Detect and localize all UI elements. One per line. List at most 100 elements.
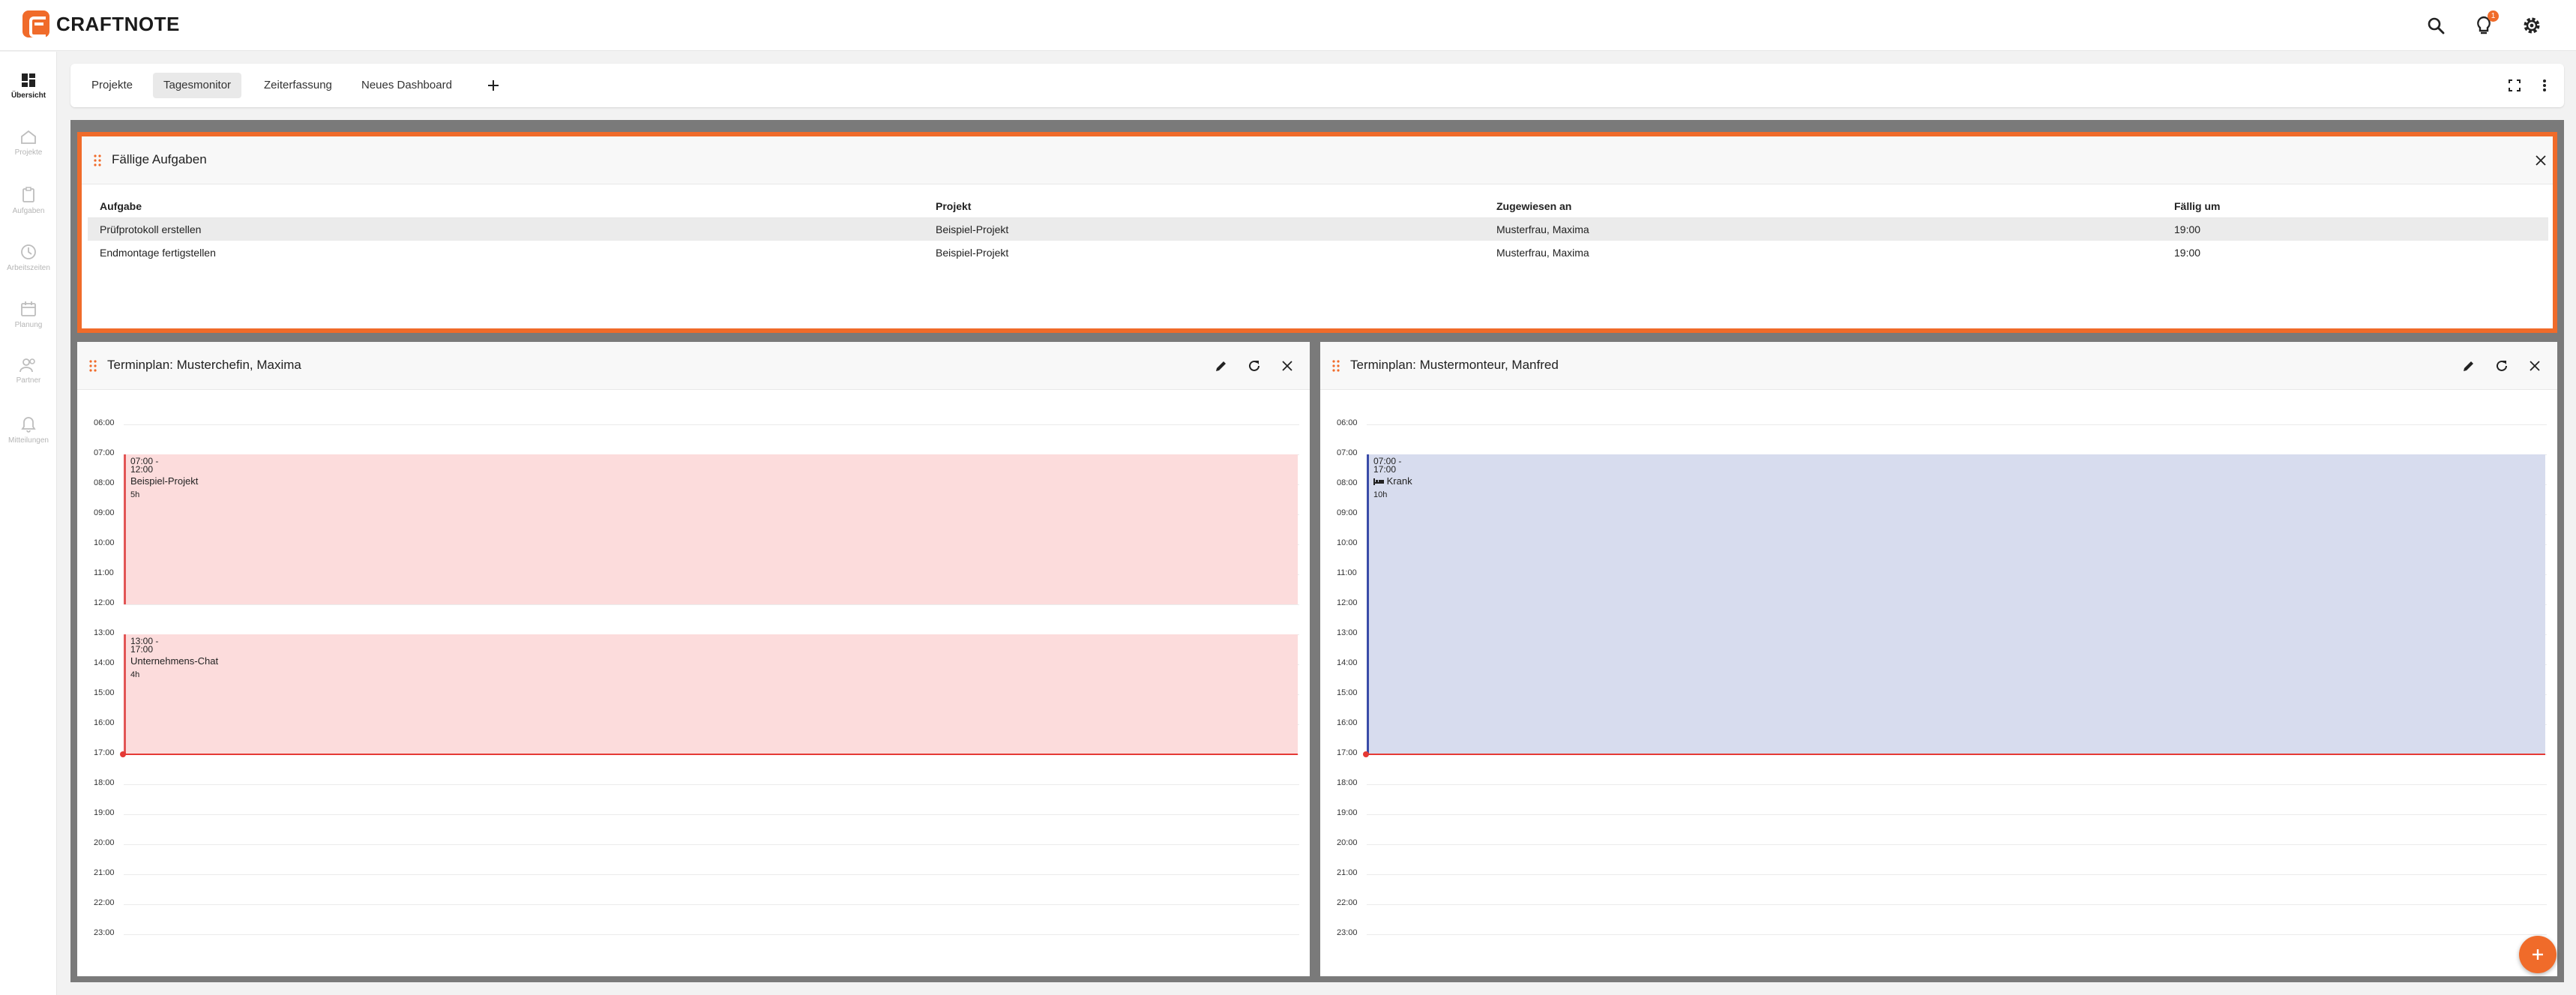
hour-label: 17:00 [1337, 748, 1358, 757]
hour-gridline [124, 904, 1299, 905]
tab-projekte[interactable]: Projekte [81, 73, 143, 98]
schedule-event[interactable]: 07:00 - 17:00 Krank 10h [1367, 454, 2545, 754]
hour-row: 18:00 [77, 778, 1310, 814]
people-icon [19, 358, 35, 373]
gear-icon[interactable] [2519, 13, 2545, 38]
task-assignee: Musterfrau, Maxima [1484, 217, 2162, 241]
hour-gridline [1367, 904, 2547, 905]
sidebar-item-planung[interactable]: Planung [0, 301, 57, 349]
pencil-icon [2464, 361, 2473, 371]
task-name: Prüfprotokoll erstellen [88, 217, 924, 241]
hour-label: 13:00 [1337, 628, 1358, 637]
hour-gridline [124, 814, 1299, 815]
schedule-timeline: 06:00 07:00 08:00 09:00 10:00 11:00 12:0… [1320, 390, 2557, 976]
hour-label: 15:00 [1337, 688, 1358, 697]
column-header[interactable]: Fällig um [2162, 195, 2548, 218]
lightbulb-icon[interactable]: 1 [2471, 10, 2499, 38]
hour-label: 23:00 [94, 928, 115, 937]
table-row[interactable]: Endmontage fertigstellen Beispiel-Projek… [88, 241, 2548, 264]
task-name: Endmontage fertigstellen [100, 246, 216, 259]
tab-tagesmonitor[interactable]: Tagesmonitor [153, 73, 242, 98]
hour-gridline [1367, 424, 2547, 425]
hour-row: 17:00 [1320, 748, 2557, 784]
sidebar-item-label: Arbeitszeiten [7, 264, 50, 272]
logo[interactable]: CRAFTNOTE [22, 10, 180, 37]
hour-label: 06:00 [94, 418, 115, 427]
search-icon[interactable] [2423, 13, 2449, 38]
notification-badge: 1 [2488, 10, 2499, 22]
hour-label: 11:00 [1337, 568, 1357, 577]
home-icon [21, 130, 36, 144]
sidebar-item-partner[interactable]: Partner [0, 358, 57, 406]
drag-handle-icon[interactable] [1332, 360, 1340, 372]
close-icon [2536, 155, 2546, 166]
hour-label: 18:00 [94, 778, 115, 787]
widget-title: Terminplan: Musterchefin, Maxima [107, 358, 301, 372]
hour-label: 13:00 [94, 628, 115, 637]
edit-widget-button[interactable] [2458, 355, 2479, 376]
refresh-icon [2497, 360, 2507, 371]
fullscreen-button[interactable] [2503, 73, 2527, 97]
task-due: 19:00 [2174, 246, 2201, 259]
table-row[interactable]: Prüfprotokoll erstellen Beispiel-Projekt… [88, 217, 2548, 241]
calendar-icon [21, 301, 36, 316]
sidebar-item-projekte[interactable]: Projekte [0, 130, 57, 178]
tab-neues-dashboard[interactable]: Neues Dashboard [351, 73, 463, 98]
edit-widget-button[interactable] [1211, 355, 1232, 376]
table-header-row: Aufgabe Projekt Zugewiesen an Fällig um [88, 195, 2548, 218]
hour-label: 21:00 [94, 868, 115, 877]
dashboard-icon [22, 73, 35, 87]
schedule-event[interactable]: 07:00 - 12:00 Beispiel-Projekt 5h [124, 454, 1298, 604]
add-widget-button[interactable] [2519, 936, 2557, 973]
hour-label: 10:00 [94, 538, 115, 547]
hour-label: 17:00 [94, 748, 115, 757]
column-header[interactable]: Aufgabe [88, 195, 924, 218]
app-name: CRAFTNOTE [56, 12, 180, 35]
close-icon [1282, 361, 1292, 371]
event-name-row: Krank [1373, 475, 1412, 487]
task-project: Beispiel-Projekt [924, 217, 1484, 241]
drag-handle-icon[interactable] [89, 360, 97, 372]
hour-label: 14:00 [94, 658, 115, 667]
schedule-timeline: 06:00 07:00 08:00 09:00 10:00 11:00 12:0… [77, 390, 1310, 976]
close-widget-button[interactable] [2530, 150, 2551, 171]
sidebar-item-aufgaben[interactable]: Aufgaben [0, 187, 57, 235]
hour-gridline [124, 424, 1299, 425]
hour-label: 22:00 [1337, 898, 1358, 907]
hour-label: 21:00 [1337, 868, 1358, 877]
hour-gridline [1367, 844, 2547, 845]
event-name: Krank [1386, 475, 1412, 487]
column-header[interactable]: Zugewiesen an [1484, 195, 2162, 218]
hour-label: 10:00 [1337, 538, 1358, 547]
schedule-event[interactable]: 13:00 - 17:00 Unternehmens-Chat 4h [124, 634, 1298, 754]
tab-zeiterfassung[interactable]: Zeiterfassung [253, 73, 343, 98]
bed-icon [1373, 478, 1384, 486]
widget-title: Fällige Aufgaben [112, 152, 207, 166]
tasks-table: Aufgabe Projekt Zugewiesen an Fällig um … [88, 195, 2548, 264]
close-widget-button[interactable] [1277, 355, 1298, 376]
hour-row: 12:00 [77, 598, 1310, 634]
add-tab-button[interactable] [481, 73, 505, 97]
current-time-dot [1363, 751, 1369, 757]
pencil-icon [1216, 361, 1226, 371]
refresh-widget-button[interactable] [2491, 355, 2512, 376]
event-duration: 10h [1373, 490, 1388, 500]
more-options-button[interactable] [2533, 73, 2557, 97]
sidebar-item-arbeitszeiten[interactable]: Arbeitszeiten [0, 244, 57, 292]
close-widget-button[interactable] [2524, 355, 2545, 376]
sidebar-item-mitteilungen[interactable]: Mitteilungen [0, 416, 57, 464]
refresh-widget-button[interactable] [1244, 355, 1265, 376]
hour-row: 23:00 [77, 928, 1310, 964]
hour-row: 21:00 [77, 868, 1310, 904]
column-header[interactable]: Projekt [924, 195, 1484, 218]
sidebar-item-label: Übersicht [10, 91, 46, 100]
hour-label: 08:00 [1337, 478, 1358, 487]
event-time-end: 12:00 [130, 464, 154, 475]
hour-row: 19:00 [77, 808, 1310, 844]
event-name: Unternehmens-Chat [130, 655, 219, 667]
sidebar-item-uebersicht[interactable]: Übersicht [0, 73, 57, 121]
hour-label: 09:00 [94, 508, 115, 517]
hour-row: 21:00 [1320, 868, 2557, 904]
drag-handle-icon[interactable] [94, 154, 101, 166]
hour-label: 20:00 [1337, 838, 1358, 847]
